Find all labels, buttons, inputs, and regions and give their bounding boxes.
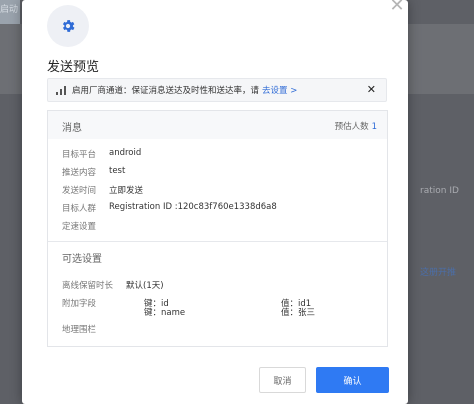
field-label: 离线保留时长	[62, 281, 114, 291]
field-label: 附加字段	[62, 299, 97, 309]
preview-panel: 消息 预估人数 1 目标平台 android 推送内容 test 发送时间 立即发…	[47, 110, 388, 347]
background-link-text: 这册开推	[420, 268, 457, 278]
extra-value: 值：张三	[281, 308, 316, 318]
background-tab-label: 启动	[0, 5, 19, 15]
estimated-audience: 预估人数 1	[335, 120, 377, 132]
field-label: 定速设置	[62, 222, 97, 232]
field-label: 目标平台	[62, 150, 97, 160]
notice-close-icon[interactable]: ✕	[367, 83, 376, 96]
field-offline-duration: 离线保留时长 默认(1天)	[62, 279, 164, 291]
field-value: test	[109, 166, 126, 176]
notice-text: 启用厂商通道：保证消息送达及时性和送达率，请	[72, 86, 260, 96]
message-section-title: 消息	[62, 123, 82, 134]
field-geofence: 地理围栏	[62, 323, 96, 335]
extra-key: 键：name	[144, 308, 186, 318]
field-rate-setting: 定速设置	[62, 220, 96, 232]
field-send-time: 发送时间 立即发送	[62, 184, 143, 196]
signal-icon	[56, 85, 68, 95]
field-target-platform: 目标平台 android	[62, 148, 141, 160]
field-target-audience: 目标人群 Registration ID :120c83f760e1338d6a…	[62, 202, 277, 214]
message-section-header: 消息 预估人数 1	[48, 111, 387, 139]
field-value: 默认(1天)	[126, 281, 164, 291]
field-label: 地理围栏	[62, 325, 97, 335]
gear-icon	[62, 20, 75, 32]
vendor-channel-notice: 启用厂商通道：保证消息送达及时性和送达率，请 去设置 > ✕	[47, 78, 387, 102]
modal-title: 发送预览	[47, 60, 100, 75]
estimate-count: 1	[371, 122, 377, 132]
optional-section-header: 可选设置	[48, 242, 387, 270]
send-preview-modal: 发送预览 启用厂商通道：保证消息送达及时性和送达率，请 去设置 > ✕ 消息 预…	[22, 0, 408, 404]
close-icon[interactable]: ✕	[388, 0, 406, 15]
field-label: 目标人群	[62, 204, 97, 214]
field-extra-fields: 附加字段	[62, 297, 96, 309]
field-value: 立即发送	[109, 186, 144, 196]
cancel-button[interactable]: 取消	[259, 367, 306, 393]
estimate-label: 预估人数	[334, 122, 369, 132]
field-label: 发送时间	[62, 186, 97, 196]
confirm-button[interactable]: 确认	[316, 367, 389, 393]
field-value: Registration ID :120c83f760e1338d6a8	[109, 202, 277, 212]
optional-section-title: 可选设置	[62, 254, 102, 265]
go-settings-link[interactable]: 去设置 >	[262, 84, 297, 96]
field-push-content: 推送内容 test	[62, 166, 125, 178]
field-label: 推送内容	[62, 168, 97, 178]
background-registration-text: ration ID	[420, 186, 459, 196]
gear-icon-circle	[47, 5, 89, 47]
field-value: android	[109, 148, 142, 158]
